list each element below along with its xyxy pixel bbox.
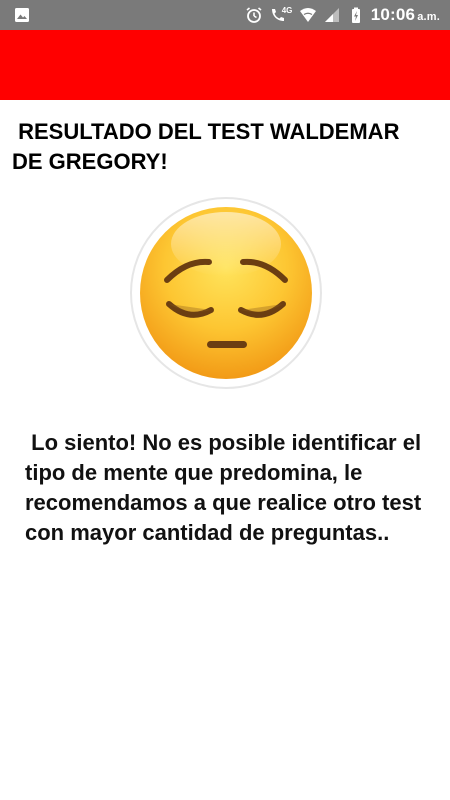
sad-face-icon (129, 196, 323, 390)
clock-ampm: a.m. (417, 11, 440, 23)
status-bar: 4G 10:06 a.m. (0, 0, 450, 30)
network-type-label: 4G (281, 6, 293, 15)
wifi-icon (299, 8, 316, 22)
image-icon (15, 8, 29, 22)
app-bar (0, 30, 450, 100)
result-message: Lo siento! No es posible identificar el … (25, 430, 428, 545)
clock-time: 10:06 (370, 5, 416, 24)
clock: 10:06 a.m. (371, 5, 440, 25)
wifi-call-icon: 4G (269, 6, 293, 24)
result-title: RESULTADO DEL TEST WALDEMAR DE GREGORY! (12, 119, 406, 174)
alarm-icon (246, 7, 262, 23)
signal-icon (324, 8, 339, 22)
status-icons: 4G 10:06 a.m. (245, 0, 440, 30)
battery-icon (351, 7, 360, 23)
